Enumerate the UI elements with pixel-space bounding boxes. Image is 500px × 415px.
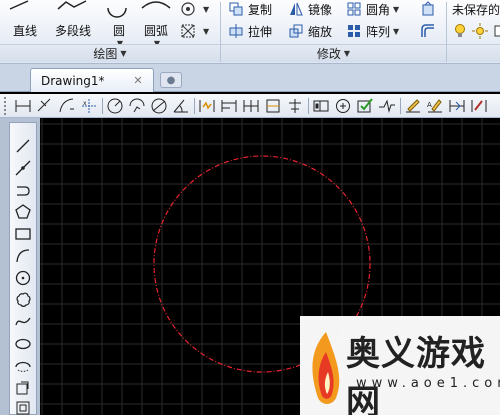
ellipse-icon[interactable]: [14, 335, 32, 353]
construction-line-icon[interactable]: [14, 159, 32, 177]
array-button[interactable]: 阵列 ▼: [346, 22, 399, 40]
angular-dimension-icon[interactable]: [172, 97, 190, 115]
layer-icons-row: [452, 22, 500, 40]
circle-icon[interactable]: [14, 269, 32, 287]
fillet-button[interactable]: 圆角 ▼: [346, 0, 399, 18]
chevron-down-icon: ▼: [393, 26, 400, 36]
new-tab-button[interactable]: ●: [160, 72, 182, 88]
toolbar-separator: [194, 98, 195, 114]
linear-dimension-icon[interactable]: [14, 97, 32, 115]
watermark-title: 奥义游戏网: [346, 334, 486, 415]
stretch-label: 拉伸: [248, 24, 273, 39]
center-mark-icon[interactable]: [334, 97, 352, 115]
chevron-down-icon: ▼: [393, 4, 400, 14]
close-icon[interactable]: ✕: [131, 73, 145, 87]
layer-panel-title: [447, 44, 500, 62]
dimension-break-icon[interactable]: [286, 97, 304, 115]
aligned-dimension-icon[interactable]: [36, 97, 54, 115]
modify-panel-title[interactable]: 修改 ▼: [221, 44, 446, 62]
plus-icon: ●: [166, 74, 176, 86]
dimension-toolbar: x A: [0, 94, 500, 118]
make-block-icon[interactable]: [14, 399, 32, 415]
insert-block-icon[interactable]: [14, 379, 32, 397]
layer-color-icon[interactable]: [492, 23, 500, 39]
scale-label: 缩放: [308, 24, 333, 39]
array-icon: [346, 23, 362, 39]
rectangle-icon[interactable]: [14, 225, 32, 243]
arc-length-icon[interactable]: [58, 97, 76, 115]
dimension-style-icon[interactable]: [470, 97, 488, 115]
scale-icon: [288, 23, 304, 39]
svg-text:x: x: [83, 100, 87, 107]
jogged-linear-icon[interactable]: [378, 97, 396, 115]
draw-panel-title[interactable]: 绘图 ▼: [0, 44, 220, 62]
toolbar-separator: [308, 98, 309, 114]
draw-vertical-toolbar-body: [9, 122, 37, 415]
copy-button[interactable]: 复制: [228, 0, 272, 18]
explode-button[interactable]: [420, 0, 440, 18]
svg-text:A: A: [427, 101, 432, 109]
mirror-icon: [288, 1, 304, 17]
edit-dimension-icon[interactable]: [404, 97, 422, 115]
update-dimension-icon[interactable]: [448, 97, 466, 115]
toolbar-grip[interactable]: [4, 97, 8, 115]
offset-icon: [420, 23, 436, 39]
mirror-button[interactable]: 镜像: [288, 0, 332, 18]
toolbar-separator: [102, 98, 103, 114]
document-tab-strip: Drawing1* ✕ ●: [0, 64, 500, 92]
draw-panel-title-label: 绘图: [93, 47, 118, 61]
toolbar-separator: [400, 98, 401, 114]
fillet-label: 圆角: [366, 2, 391, 17]
ordinate-dimension-icon[interactable]: x: [80, 97, 98, 115]
tab-drawing1[interactable]: Drawing1* ✕: [30, 68, 154, 92]
circle-icon: [107, 7, 127, 18]
ellipse-arc-icon[interactable]: [14, 357, 32, 375]
tolerance-icon[interactable]: [312, 97, 330, 115]
copy-label: 复制: [248, 2, 273, 17]
modify-panel-title-label: 修改: [316, 47, 341, 61]
layer-state-label: 未保存的: [452, 2, 500, 17]
arc-icon[interactable]: [14, 247, 32, 265]
arc-icon: [141, 1, 171, 9]
quick-dimension-icon[interactable]: [198, 97, 216, 115]
spline-icon[interactable]: [14, 313, 32, 331]
array-label: 阵列: [366, 24, 391, 39]
polyline-icon: [57, 0, 87, 10]
offset-button[interactable]: [420, 22, 440, 40]
stretch-button[interactable]: 拉伸: [228, 22, 272, 40]
fillet-icon: [346, 1, 362, 17]
flame-logo: [312, 332, 340, 404]
continue-dimension-icon[interactable]: [242, 97, 260, 115]
line-icon: [9, 0, 29, 10]
baseline-dimension-icon[interactable]: [220, 97, 238, 115]
lightbulb-icon[interactable]: [452, 23, 468, 39]
diameter-dimension-icon[interactable]: [150, 97, 168, 115]
edit-dimension-text-icon[interactable]: A: [426, 97, 444, 115]
inspect-icon[interactable]: [356, 97, 374, 115]
explode-icon: [420, 1, 436, 17]
radius-dimension-icon[interactable]: [106, 97, 124, 115]
chevron-down-icon: ▼: [343, 49, 351, 58]
watermark-url: www.aoe1.com: [356, 376, 500, 391]
draw-vertical-toolbar: [0, 118, 40, 415]
line-icon[interactable]: [14, 137, 32, 155]
copy-icon: [228, 1, 244, 17]
revision-cloud-icon[interactable]: [14, 291, 32, 309]
site-watermark: 奥义游戏网 www.aoe1.com: [300, 316, 500, 415]
chevron-down-icon: ▼: [120, 49, 127, 58]
draw-icons-layer: [9, 0, 171, 18]
stretch-icon: [228, 23, 244, 39]
polyline-icon[interactable]: [14, 181, 32, 199]
tab-drawing1-label: Drawing1*: [41, 73, 105, 88]
mirror-label: 镜像: [308, 2, 333, 17]
dimension-space-icon[interactable]: [264, 97, 282, 115]
sun-icon[interactable]: [472, 23, 488, 39]
layer-state-dropdown[interactable]: 未保存的: [452, 0, 500, 18]
scale-button[interactable]: 缩放: [288, 22, 332, 40]
polygon-icon[interactable]: [14, 203, 32, 221]
jogged-dimension-icon[interactable]: [128, 97, 146, 115]
